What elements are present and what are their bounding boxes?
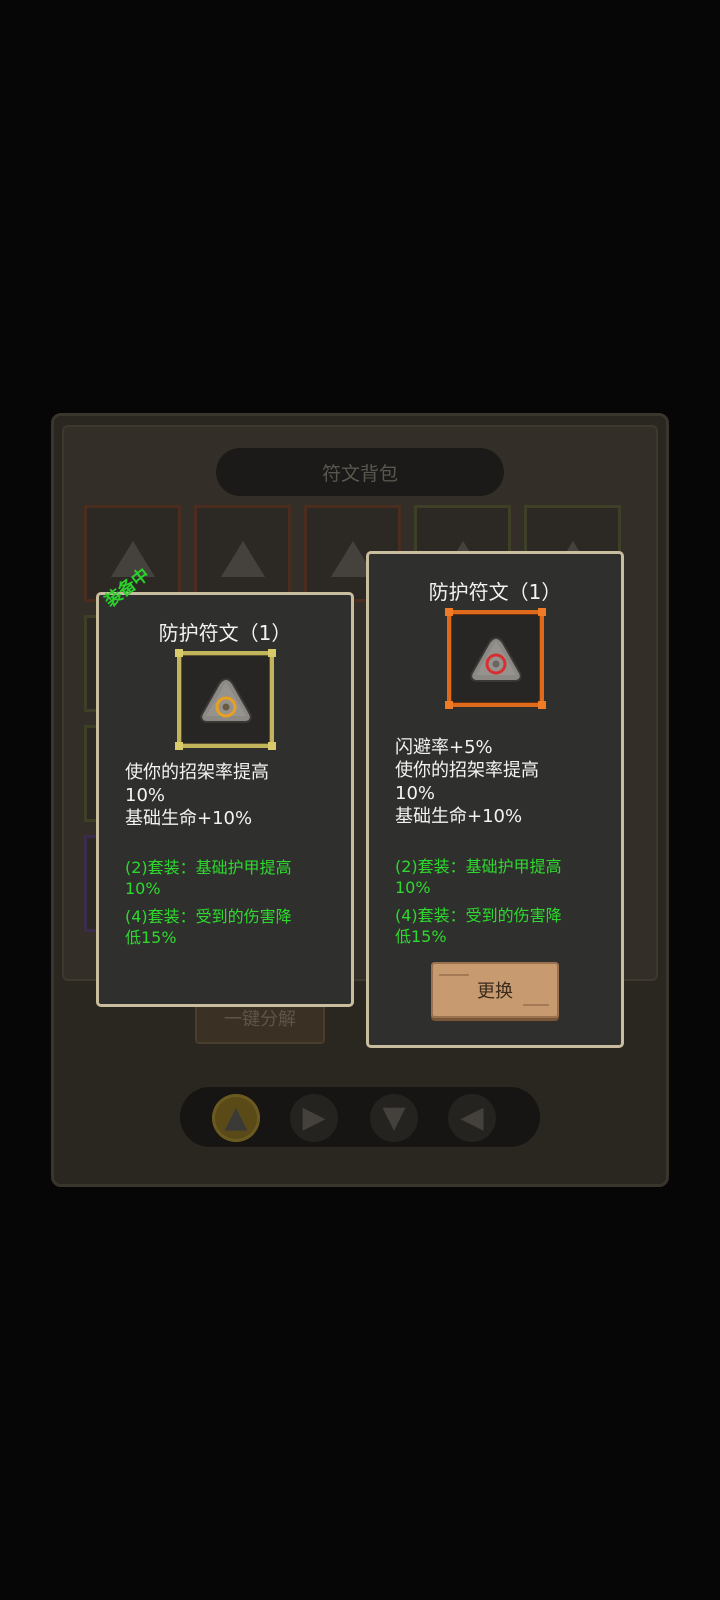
set-bonus-line: 低15% [125, 928, 177, 947]
bag-title: 符文背包 [321, 462, 398, 485]
rune-type-filter-bar: ▲ ▶ ▼ ◀ [180, 1087, 540, 1147]
diamond-rune-icon: ▼ [382, 1100, 406, 1135]
stat-line: 基础生命+10% [125, 808, 253, 829]
set-bonus-line: 10% [125, 879, 161, 898]
stat-line: 闪避率+5% [395, 737, 493, 758]
set-bonus-line: (4)套装：受到的伤害降 [395, 906, 562, 925]
compare-rune-icon-frame [445, 608, 546, 709]
filter-arrow-right-button[interactable]: ▶ [290, 1094, 338, 1142]
swap-rune-label: 更换 [477, 981, 513, 1002]
stat-line: 10% [125, 785, 166, 806]
filter-diamond-button[interactable]: ▼ [370, 1094, 418, 1142]
rune-slot[interactable] [194, 505, 291, 602]
set-bonus-2: (2)套装：基础护甲提高 10% [125, 857, 292, 899]
protection-rune-orange-icon [469, 637, 522, 683]
stat-line: 10% [395, 783, 436, 804]
set-bonus-line: (4)套装：受到的伤害降 [125, 907, 292, 926]
stat-line: 使你的招架率提高 [395, 760, 539, 781]
equipped-rune-stats: 使你的招架率提高 10% 基础生命+10% [125, 761, 269, 830]
equipped-rune-card: 防护符文（1） 使你的招架率提高 10% 基础生命+10% (2)套装：基础护甲… [96, 592, 354, 1007]
filter-triangle-button[interactable]: ▲ [212, 1094, 260, 1142]
filter-arrow-left-button[interactable]: ◀ [448, 1094, 496, 1142]
compare-rune-title: 防护符文（1） [428, 580, 562, 604]
plank-grain [523, 1004, 549, 1006]
stat-line: 基础生命+10% [395, 806, 523, 827]
set-bonus-line: (2)套装：基础护甲提高 [395, 857, 562, 876]
plank-grain [439, 974, 469, 976]
bag-title-bar: 符文背包 [216, 448, 504, 496]
set-bonus-line: 低15% [395, 927, 447, 946]
equipped-rune-icon-frame [175, 649, 276, 750]
set-bonus-4: (4)套装：受到的伤害降 低15% [125, 906, 292, 948]
swap-rune-button[interactable]: 更换 [431, 962, 559, 1018]
arrow-right-rune-icon: ▶ [302, 1100, 326, 1135]
triangle-rune-icon: ▲ [224, 1100, 248, 1135]
decompose-all-label: 一键分解 [224, 1009, 296, 1030]
set-bonus-2: (2)套装：基础护甲提高 10% [395, 856, 562, 898]
stat-line: 使你的招架率提高 [125, 762, 269, 783]
equipped-rune-title: 防护符文（1） [158, 621, 292, 645]
protection-rune-gold-icon [199, 678, 252, 724]
set-bonus-line: (2)套装：基础护甲提高 [125, 858, 292, 877]
arrow-left-rune-icon: ◀ [460, 1100, 484, 1135]
set-bonus-4: (4)套装：受到的伤害降 低15% [395, 905, 562, 947]
set-bonus-line: 10% [395, 878, 431, 897]
compare-rune-stats: 闪避率+5% 使你的招架率提高 10% 基础生命+10% [395, 736, 539, 828]
